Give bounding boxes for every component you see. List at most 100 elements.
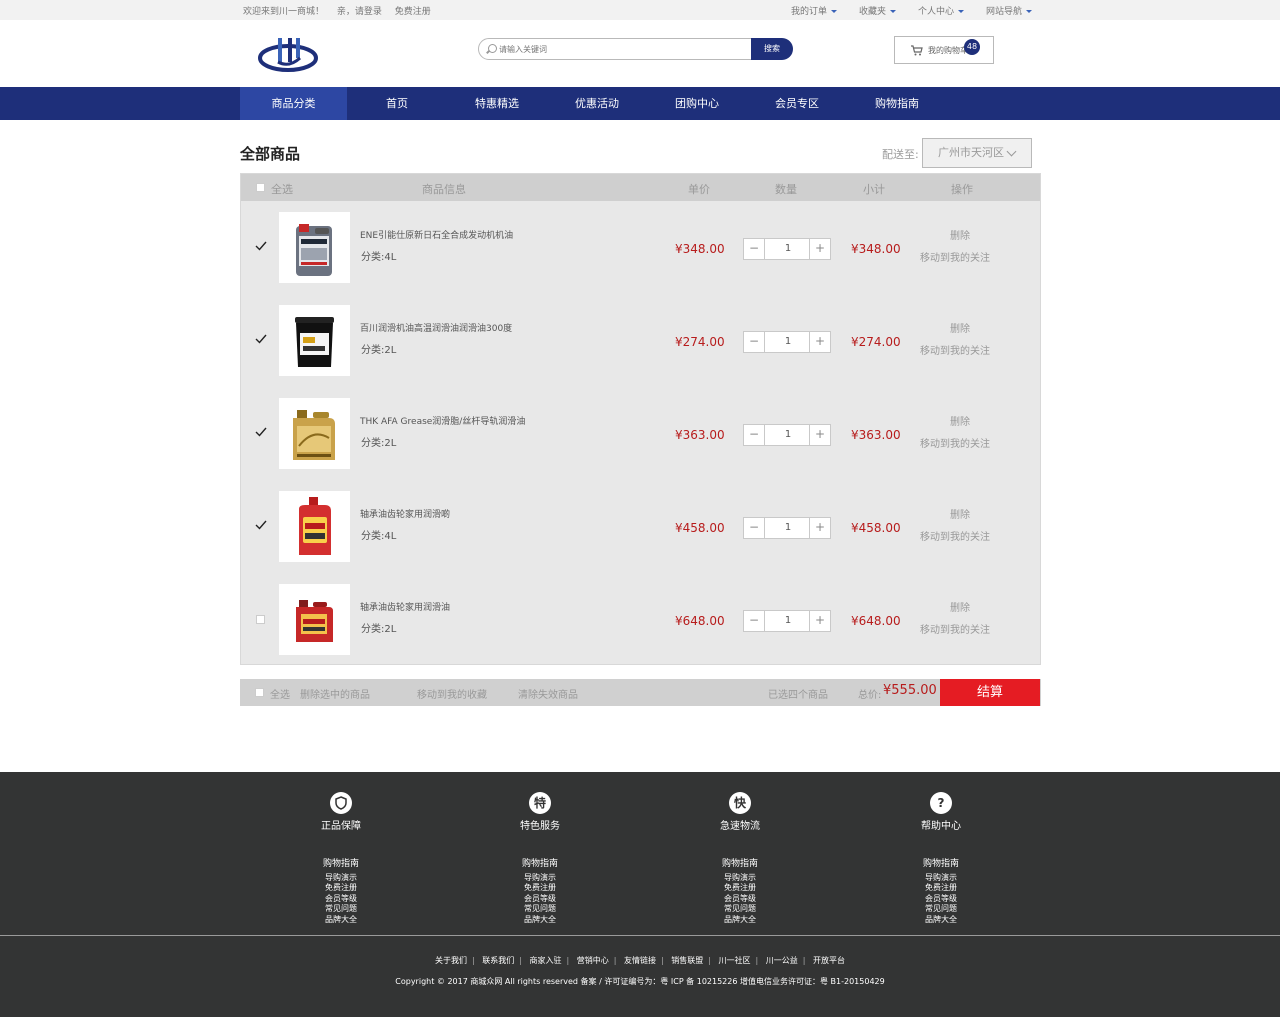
- checkmark-icon[interactable]: [255, 240, 267, 252]
- product-name[interactable]: THK AFA Grease润滑脂/丝杆导轨润滑油: [360, 414, 525, 427]
- logo[interactable]: [258, 34, 318, 72]
- footer-link[interactable]: 导购演示: [680, 873, 800, 884]
- footer-link[interactable]: 免费注册: [680, 883, 800, 894]
- nav-item-home[interactable]: 首页: [347, 87, 447, 120]
- footer-link[interactable]: 品牌大全: [480, 915, 600, 926]
- select-all-checkbox[interactable]: [256, 183, 265, 192]
- footer-link[interactable]: 购物指南: [480, 859, 600, 870]
- clear-invalid-link[interactable]: 清除失效商品: [518, 686, 578, 701]
- product-thumbnail[interactable]: [279, 398, 350, 469]
- site-nav-link[interactable]: 网站导航: [986, 4, 1032, 17]
- footer-link[interactable]: 品牌大全: [281, 915, 401, 926]
- delete-link[interactable]: 删除: [950, 506, 970, 521]
- nav-item-promotions[interactable]: 优惠活动: [547, 87, 647, 120]
- product-name[interactable]: 轴承油齿轮家用润滑啲: [360, 507, 450, 520]
- footer-link[interactable]: 会员等级: [281, 894, 401, 905]
- quantity-value[interactable]: 1: [765, 518, 811, 538]
- nav-item-members[interactable]: 会员专区: [747, 87, 847, 120]
- footer-link[interactable]: 免费注册: [281, 883, 401, 894]
- quantity-value[interactable]: 1: [765, 611, 811, 631]
- footer-link[interactable]: 购物指南: [281, 859, 401, 870]
- footer-link[interactable]: 会员等级: [881, 894, 1001, 905]
- increase-button[interactable]: +: [809, 425, 830, 445]
- footer-bottom-link[interactable]: 开放平台: [813, 956, 845, 965]
- delete-link[interactable]: 删除: [950, 320, 970, 335]
- checkmark-icon[interactable]: [255, 333, 267, 345]
- login-link[interactable]: 亲，请登录: [337, 7, 382, 17]
- footer-bottom-link[interactable]: 营销中心: [577, 956, 609, 965]
- footer-link[interactable]: 购物指南: [680, 859, 800, 870]
- nav-item-guide[interactable]: 购物指南: [847, 87, 947, 120]
- decrease-button[interactable]: −: [744, 332, 765, 352]
- footer-link[interactable]: 导购演示: [881, 873, 1001, 884]
- footer-bottom-link[interactable]: 联系我们: [482, 956, 514, 965]
- separator: |: [755, 956, 759, 965]
- checkmark-icon[interactable]: [255, 426, 267, 438]
- increase-button[interactable]: +: [809, 518, 830, 538]
- move-to-watchlist-link[interactable]: 移动到我的关注: [920, 528, 990, 543]
- footer-link[interactable]: 会员等级: [680, 894, 800, 905]
- move-to-watchlist-link[interactable]: 移动到我的关注: [920, 249, 990, 264]
- increase-button[interactable]: +: [809, 332, 830, 352]
- register-link[interactable]: 免费注册: [395, 7, 431, 17]
- increase-button[interactable]: +: [809, 239, 830, 259]
- footer-link[interactable]: 免费注册: [881, 883, 1001, 894]
- delete-link[interactable]: 删除: [950, 599, 970, 614]
- quantity-value[interactable]: 1: [765, 239, 811, 259]
- move-to-watchlist-link[interactable]: 移动到我的关注: [920, 621, 990, 636]
- move-to-watchlist-link[interactable]: 移动到我的关注: [920, 342, 990, 357]
- nav-item-deals[interactable]: 特惠精选: [447, 87, 547, 120]
- decrease-button[interactable]: −: [744, 239, 765, 259]
- delete-link[interactable]: 删除: [950, 227, 970, 242]
- move-to-favorites-link[interactable]: 移动到我的收藏: [417, 686, 487, 701]
- checkout-button[interactable]: 结算: [940, 679, 1040, 706]
- cart-button[interactable]: 我的购物车 48: [894, 36, 994, 64]
- my-orders-link[interactable]: 我的订单: [791, 4, 837, 17]
- search-input[interactable]: [499, 42, 739, 56]
- footer-link[interactable]: 常见问题: [680, 904, 800, 915]
- decrease-button[interactable]: −: [744, 518, 765, 538]
- personal-center-link[interactable]: 个人中心: [918, 4, 964, 17]
- product-name[interactable]: 百川润滑机油高温润滑油润滑油300度: [360, 321, 512, 334]
- footer-bottom-link[interactable]: 川一公益: [766, 956, 798, 965]
- quantity-value[interactable]: 1: [765, 425, 811, 445]
- footer-bottom-link[interactable]: 关于我们: [435, 956, 467, 965]
- ship-to-select[interactable]: 广州市天河区: [922, 138, 1032, 168]
- footer-link[interactable]: 购物指南: [881, 859, 1001, 870]
- product-name[interactable]: ENE引能仕原新日石全合成发动机机油: [360, 228, 513, 241]
- nav-item-group-buy[interactable]: 团购中心: [647, 87, 747, 120]
- footer-link[interactable]: 品牌大全: [881, 915, 1001, 926]
- search-button[interactable]: 搜索: [751, 38, 793, 60]
- decrease-button[interactable]: −: [744, 425, 765, 445]
- footer-link[interactable]: 常见问题: [480, 904, 600, 915]
- footer-link[interactable]: 免费注册: [480, 883, 600, 894]
- product-name[interactable]: 轴承油齿轮家用润滑油: [360, 600, 450, 613]
- product-thumbnail[interactable]: [279, 305, 350, 376]
- footer-link[interactable]: 导购演示: [480, 873, 600, 884]
- favorites-link[interactable]: 收藏夹: [859, 4, 896, 17]
- footer-bottom-link[interactable]: 川一社区: [719, 956, 751, 965]
- nav-item-categories[interactable]: 商品分类: [240, 87, 347, 120]
- move-to-watchlist-link[interactable]: 移动到我的关注: [920, 435, 990, 450]
- checkmark-icon[interactable]: [255, 519, 267, 531]
- decrease-button[interactable]: −: [744, 611, 765, 631]
- quantity-value[interactable]: 1: [765, 332, 811, 352]
- footer-bottom-link[interactable]: 销售联盟: [671, 956, 703, 965]
- row-checkbox[interactable]: [256, 615, 265, 624]
- select-all-checkbox-bottom[interactable]: [255, 688, 264, 697]
- product-thumbnail[interactable]: [279, 584, 350, 655]
- footer-link[interactable]: 常见问题: [881, 904, 1001, 915]
- product-thumbnail[interactable]: [279, 212, 350, 283]
- footer-link[interactable]: 品牌大全: [680, 915, 800, 926]
- product-thumbnail[interactable]: [279, 491, 350, 562]
- increase-button[interactable]: +: [809, 611, 830, 631]
- delete-link[interactable]: 删除: [950, 413, 970, 428]
- footer-link[interactable]: 会员等级: [480, 894, 600, 905]
- footer-bottom-link[interactable]: 友情链接: [624, 956, 656, 965]
- footer-link[interactable]: 导购演示: [281, 873, 401, 884]
- footer-link[interactable]: 常见问题: [281, 904, 401, 915]
- delete-selected-link[interactable]: 删除选中的商品: [300, 686, 370, 701]
- product-spec: 分类:2L: [361, 438, 397, 449]
- personal-center-label: 个人中心: [917, 7, 954, 17]
- footer-bottom-link[interactable]: 商家入驻: [530, 956, 562, 965]
